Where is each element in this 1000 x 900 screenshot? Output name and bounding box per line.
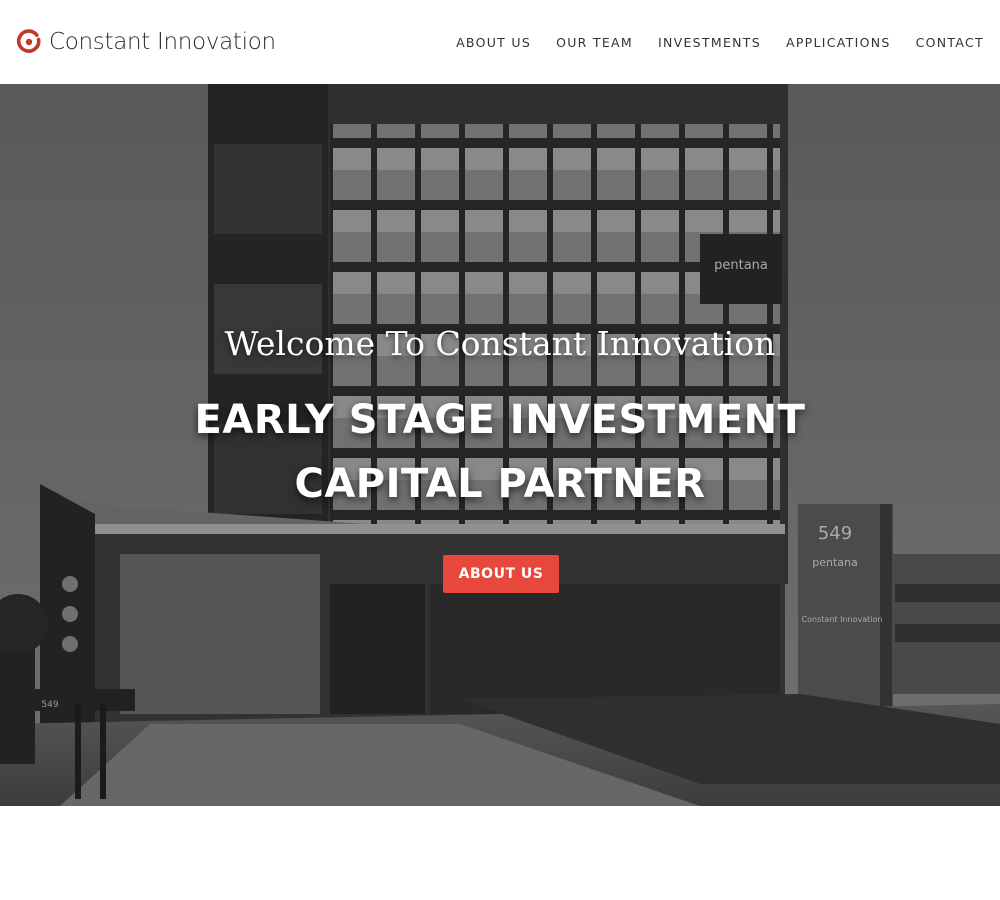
hero-title: EARLY STAGE INVESTMENT CAPITAL PARTNER: [194, 397, 806, 507]
nav-item-about-us[interactable]: ABOUT US: [456, 35, 531, 50]
logo-ring-icon: [16, 29, 41, 53]
nav-item-contact[interactable]: CONTACT: [916, 35, 984, 50]
about-us-button[interactable]: ABOUT US: [443, 555, 559, 593]
content-section: [0, 806, 1000, 900]
hero-subtitle: Welcome To Constant Innovation: [224, 324, 776, 363]
hero-section: pentana 549 pentana Constant Innovation …: [0, 84, 1000, 806]
nav-item-applications[interactable]: APPLICATIONS: [786, 35, 891, 50]
nav-item-our-team[interactable]: OUR TEAM: [556, 35, 633, 50]
nav-item-investments[interactable]: INVESTMENTS: [658, 35, 761, 50]
main-nav: ABOUT US OUR TEAM INVESTMENTS APPLICATIO…: [431, 35, 984, 50]
logo-text: Constant Innovation: [49, 29, 276, 55]
logo-link[interactable]: Constant Innovation: [16, 29, 276, 55]
site-header: Constant Innovation ABOUT US OUR TEAM IN…: [0, 0, 1000, 84]
